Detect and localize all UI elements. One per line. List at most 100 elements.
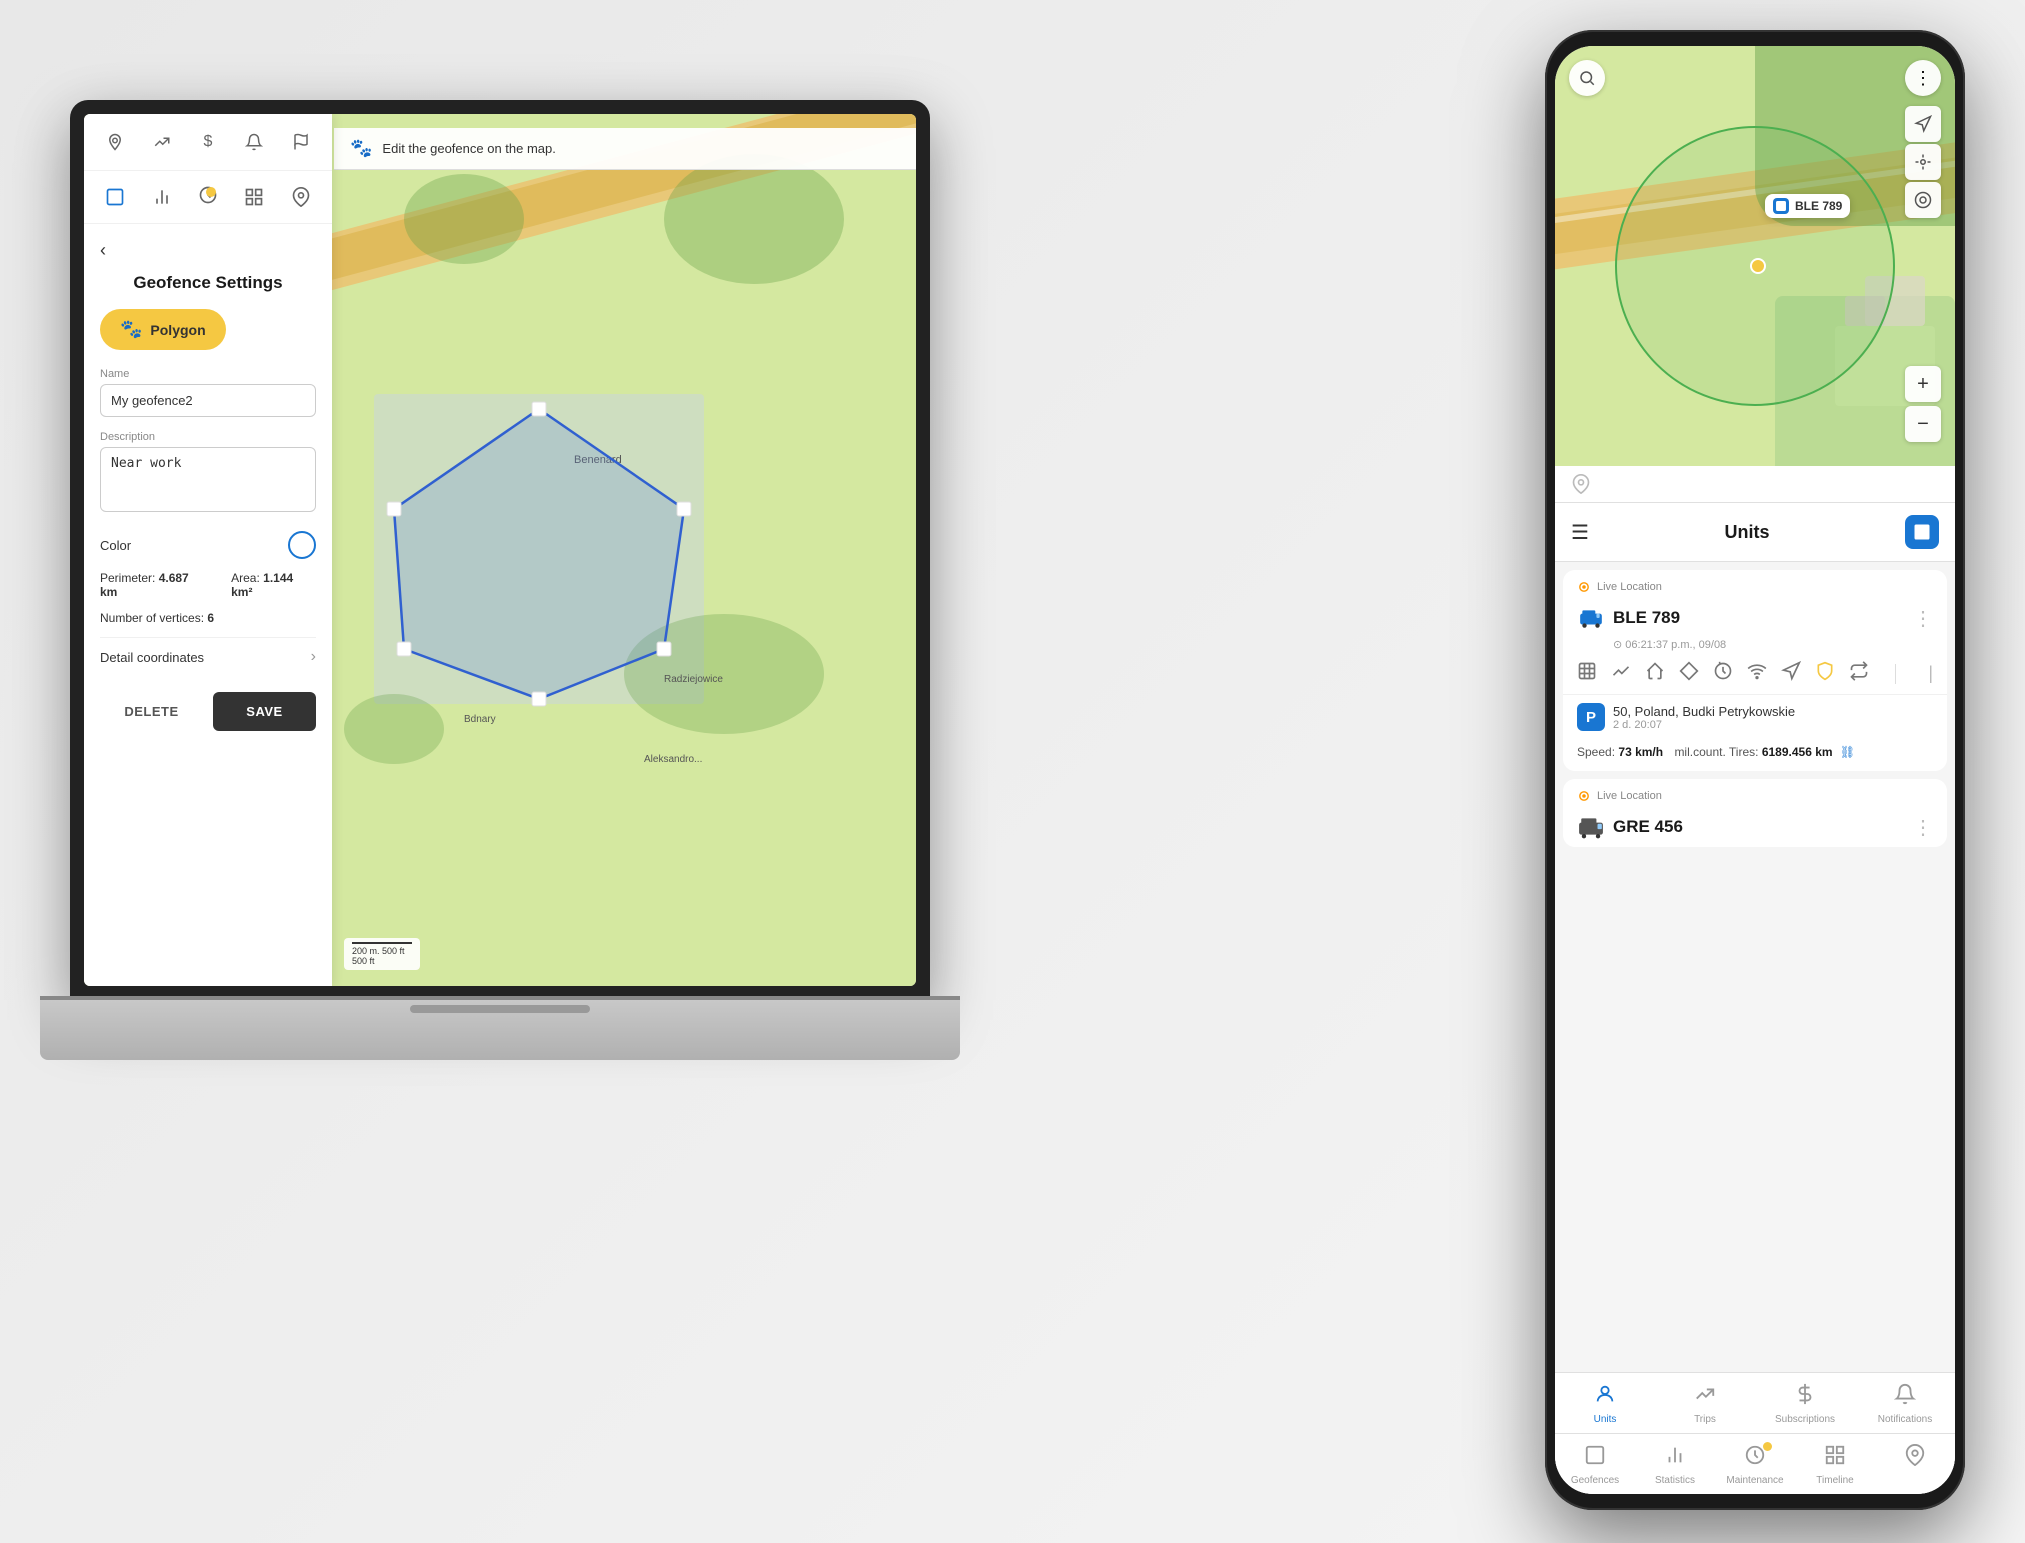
- location-button[interactable]: [1905, 182, 1941, 218]
- panel-menu-icon[interactable]: ☰: [1571, 520, 1589, 545]
- color-row: Color: [100, 531, 316, 559]
- panel-avatar[interactable]: [1905, 515, 1939, 549]
- sidebar-top-icons: $: [84, 114, 332, 171]
- geofences-icon: [1584, 1444, 1606, 1472]
- nav-tab-statistics[interactable]: Statistics: [1635, 1434, 1715, 1494]
- unit1-dots[interactable]: ⋮: [1913, 606, 1933, 631]
- subscriptions-icon: [1794, 1383, 1816, 1411]
- unit1-location-info: 50, Poland, Budki Petrykowskie 2 d. 20:0…: [1613, 704, 1795, 731]
- name-label: Name: [100, 368, 316, 380]
- phone-map-menu-button[interactable]: ⋮: [1905, 60, 1941, 96]
- unit1-action-route[interactable]: [1611, 661, 1631, 686]
- description-input[interactable]: Near work: [100, 447, 316, 512]
- notifications-label: Notifications: [1878, 1414, 1932, 1425]
- phone-screen: BLE 789 ⋮: [1555, 46, 1955, 1494]
- sidebar-tab-geofence[interactable]: [97, 179, 133, 215]
- nav-tab-notifications[interactable]: Notifications: [1855, 1373, 1955, 1433]
- unit2-name: GRE 456: [1613, 817, 1683, 837]
- unit1-time: ⊙ 06:21:37 p.m., 09/08: [1599, 638, 1947, 655]
- polygon-icon: 🐾: [120, 319, 142, 340]
- geofence-settings-title: Geofence Settings: [100, 273, 316, 293]
- sidebar-icon-location[interactable]: [101, 128, 129, 156]
- nav-tab-trips[interactable]: Trips: [1655, 1373, 1755, 1433]
- geofences-label: Geofences: [1571, 1475, 1619, 1486]
- zoom-out-button[interactable]: −: [1905, 406, 1941, 442]
- unit1-more-icon[interactable]: |: [1928, 663, 1933, 684]
- sidebar-tab-grid[interactable]: [236, 179, 272, 215]
- sidebar-tab-chart[interactable]: [144, 179, 180, 215]
- unit1-live-label: Live Location: [1597, 581, 1662, 593]
- unit1-action-diamond[interactable]: [1679, 661, 1699, 686]
- name-input[interactable]: [100, 384, 316, 417]
- yellow-dot: [1750, 258, 1766, 274]
- description-field: Description Near work: [100, 431, 316, 517]
- sidebar-icon-flag[interactable]: [287, 128, 315, 156]
- color-picker[interactable]: [288, 531, 316, 559]
- scale-indicator: 200 m. 500 ft 500 ft: [344, 938, 420, 970]
- unit1-action-icons: [1577, 661, 1869, 686]
- unit2-dots[interactable]: ⋮: [1913, 815, 1933, 840]
- unit-card-2: Live Location: [1563, 779, 1947, 847]
- live-dot-icon-2: [1577, 789, 1591, 803]
- sidebar-icon-dollar[interactable]: $: [194, 128, 222, 156]
- unit1-speed-row: Speed: 73 km/h mil.count. Tires: 6189.45…: [1563, 739, 1947, 771]
- timeline-icon: [1824, 1444, 1846, 1472]
- phone-map-controls: [1905, 106, 1941, 218]
- unit1-action-shield[interactable]: [1815, 661, 1835, 686]
- navigate-button[interactable]: [1905, 106, 1941, 142]
- laptop-screen-outer: Benenard Radziejowice Bdnary Aleksandro.…: [70, 100, 930, 1000]
- geofence-polygon-svg: [374, 394, 704, 714]
- unit1-action-live[interactable]: [1747, 661, 1767, 686]
- pin-icon: [1904, 1444, 1926, 1472]
- nav-tab-maintenance[interactable]: Maintenance: [1715, 1434, 1795, 1494]
- subscriptions-label: Subscriptions: [1775, 1414, 1835, 1425]
- ble-marker[interactable]: BLE 789: [1765, 194, 1850, 218]
- parking-icon: P: [1577, 703, 1605, 731]
- phone-bottom-nav-2: Geofences Statistics: [1555, 1433, 1955, 1494]
- sidebar-icon-route[interactable]: [148, 128, 176, 156]
- live-dot-icon: [1577, 580, 1591, 594]
- sidebar-tabs: [84, 171, 332, 224]
- phone-map: BLE 789 ⋮: [1555, 46, 1955, 466]
- polygon-button[interactable]: 🐾 Polygon: [100, 309, 226, 350]
- save-button[interactable]: SAVE: [213, 692, 316, 731]
- ble-dot: [1773, 198, 1789, 214]
- detail-coords-row[interactable]: Detail coordinates ›: [100, 637, 316, 676]
- nav-tab-units[interactable]: Units: [1555, 1373, 1655, 1433]
- delete-button[interactable]: DELETE: [100, 692, 203, 731]
- unit1-name-row: BLE 789 ⋮: [1563, 600, 1947, 638]
- sidebar-tab-pin[interactable]: [283, 179, 319, 215]
- scene: Benenard Radziejowice Bdnary Aleksandro.…: [0, 0, 2025, 1543]
- link-icon: ⛓: [1840, 745, 1855, 759]
- statistics-label: Statistics: [1655, 1475, 1695, 1486]
- laptop: Benenard Radziejowice Bdnary Aleksandro.…: [40, 100, 960, 1300]
- nav-tab-subscriptions[interactable]: Subscriptions: [1755, 1373, 1855, 1433]
- detail-coords-label: Detail coordinates: [100, 650, 204, 665]
- zoom-in-button[interactable]: +: [1905, 366, 1941, 402]
- laptop-screen: Benenard Radziejowice Bdnary Aleksandro.…: [84, 114, 916, 986]
- unit1-action-navigate[interactable]: [1781, 661, 1801, 686]
- tree-area-1: [404, 174, 524, 264]
- statistics-icon: [1664, 1444, 1686, 1472]
- unit1-action-geofence[interactable]: [1645, 661, 1665, 686]
- phone-pin-row: [1555, 466, 1955, 503]
- sidebar-tab-history[interactable]: [190, 179, 226, 215]
- maintenance-label: Maintenance: [1726, 1475, 1783, 1486]
- chevron-down-icon: ›: [311, 648, 316, 666]
- unit2-name-row: GRE 456 ⋮: [1563, 809, 1947, 847]
- nav-tab-timeline[interactable]: Timeline: [1795, 1434, 1875, 1494]
- sidebar-icon-bell[interactable]: [240, 128, 268, 156]
- phone-search-button[interactable]: [1569, 60, 1605, 96]
- three-dots-icon: ⋮: [1914, 68, 1932, 89]
- badge-yellow: [206, 187, 216, 197]
- back-button[interactable]: ‹: [100, 240, 316, 261]
- unit2-live-label: Live Location: [1597, 790, 1662, 802]
- unit1-action-map[interactable]: [1577, 661, 1597, 686]
- unit1-action-swap[interactable]: [1849, 661, 1869, 686]
- crosshair-button[interactable]: [1905, 144, 1941, 180]
- trips-label: Trips: [1694, 1414, 1716, 1425]
- unit1-action-timer[interactable]: [1713, 661, 1733, 686]
- phone-scroll-area[interactable]: Live Location: [1555, 562, 1955, 1372]
- notifications-icon: [1894, 1383, 1916, 1411]
- action-buttons: DELETE SAVE: [100, 692, 316, 731]
